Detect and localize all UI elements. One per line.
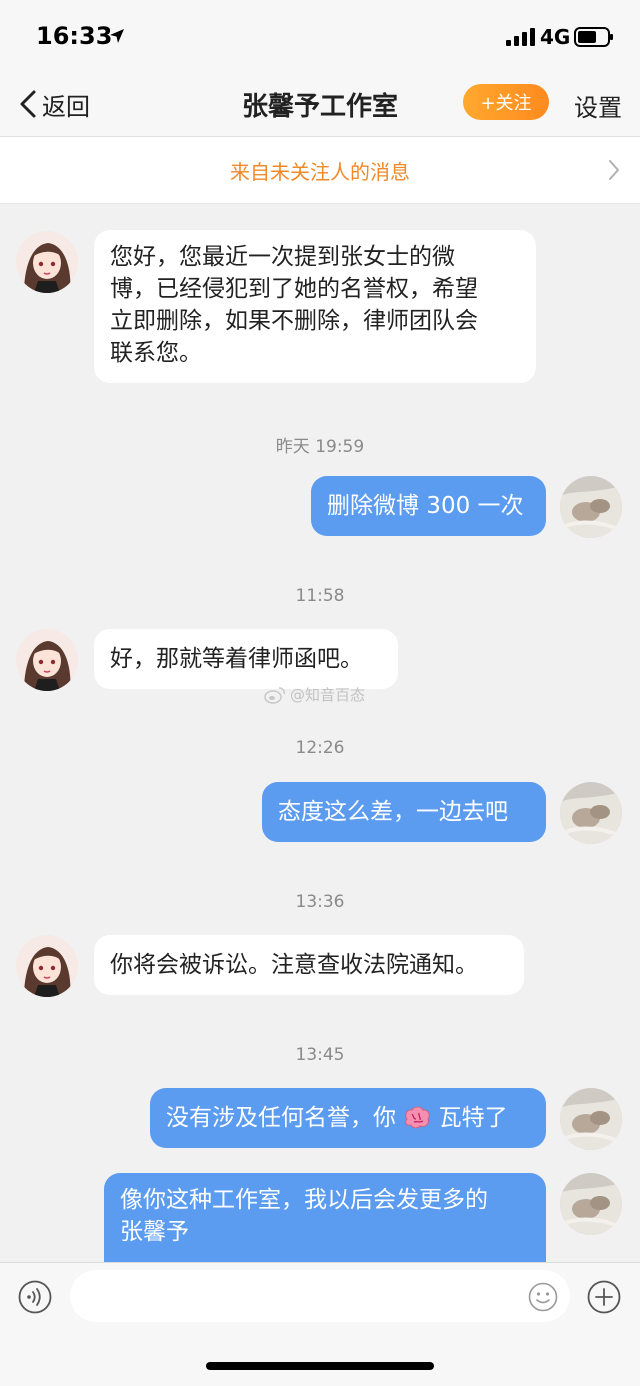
brain-emoji-icon bbox=[405, 1106, 430, 1129]
user-photo-icon bbox=[560, 1088, 622, 1150]
chevron-left-icon bbox=[20, 90, 36, 118]
message-line: 删除微博 300 一次 bbox=[327, 493, 524, 519]
anime-avatar-icon bbox=[16, 231, 78, 293]
sender-avatar[interactable] bbox=[16, 629, 78, 691]
status-time: 16:33 bbox=[36, 22, 113, 50]
message-line: 您好，您最近一次提到张女士的微 bbox=[110, 244, 455, 270]
notice-text: 来自未关注人的消息 bbox=[230, 160, 410, 184]
message-bubble-incoming[interactable]: 好，那就等着律师函吧。 bbox=[94, 629, 398, 689]
network-type: 4G bbox=[540, 25, 571, 49]
message-text-part: 瓦特了 bbox=[438, 1105, 508, 1131]
message-input[interactable] bbox=[70, 1270, 570, 1322]
status-bar: 16:33 4G bbox=[0, 0, 640, 72]
message-timestamp: 13:45 bbox=[295, 1045, 345, 1065]
back-button[interactable]: 返回 bbox=[18, 86, 90, 122]
message-bubble-incoming[interactable]: 你将会被诉讼。注意查收法院通知。 bbox=[94, 935, 524, 995]
user-photo-icon bbox=[560, 476, 622, 538]
message-bubble-outgoing[interactable]: 删除微博 300 一次 bbox=[311, 476, 546, 536]
message-line: 没有涉及任何名誉，你 瓦特了 bbox=[166, 1102, 530, 1134]
weibo-logo-icon bbox=[264, 686, 285, 704]
message-bubble-outgoing[interactable]: 态度这么差，一边去吧 bbox=[262, 782, 546, 842]
emoji-icon[interactable] bbox=[528, 1282, 558, 1312]
signal-icon bbox=[506, 28, 535, 46]
home-indicator bbox=[206, 1362, 434, 1370]
my-avatar[interactable] bbox=[560, 1088, 622, 1150]
message-bubble-outgoing[interactable]: 像你这种工作室，我以后会发更多的 张馨予 bbox=[104, 1173, 546, 1263]
message-timestamp: 11:58 bbox=[295, 586, 345, 606]
message-line: 联系您。 bbox=[110, 340, 202, 366]
my-avatar[interactable] bbox=[560, 476, 622, 538]
sender-avatar[interactable] bbox=[16, 231, 78, 293]
nav-bar: 返回 张馨予工作室 +关注 设置 bbox=[0, 72, 640, 137]
settings-button[interactable]: 设置 bbox=[574, 88, 622, 123]
message-line: 张馨予 bbox=[120, 1219, 189, 1245]
message-timestamp: 昨天 19:59 bbox=[275, 437, 365, 457]
anime-avatar-icon bbox=[16, 935, 78, 997]
unfollowed-messages-notice[interactable]: 来自未关注人的消息 bbox=[0, 137, 640, 204]
message-bubble-outgoing[interactable]: 没有涉及任何名誉，你 瓦特了 bbox=[150, 1088, 546, 1148]
my-avatar[interactable] bbox=[560, 782, 622, 844]
message-line: 博，已经侵犯到了她的名誉权，希望 bbox=[110, 276, 478, 302]
message-text-part: 没有涉及任何名誉，你 bbox=[166, 1105, 396, 1131]
location-arrow-icon bbox=[110, 29, 124, 43]
watermark-text: @知音百态 bbox=[290, 686, 366, 704]
message-timestamp: 12:26 bbox=[295, 738, 345, 758]
back-label: 返回 bbox=[42, 92, 90, 121]
voice-input-icon[interactable] bbox=[18, 1280, 52, 1314]
chevron-right-icon bbox=[609, 160, 619, 180]
message-bubble-incoming[interactable]: 您好，您最近一次提到张女士的微 博，已经侵犯到了她的名誉权，希望 立即删除，如果… bbox=[94, 230, 536, 383]
sender-avatar[interactable] bbox=[16, 935, 78, 997]
message-timestamp: 13:36 bbox=[295, 892, 345, 912]
message-line: 好，那就等着律师函吧。 bbox=[110, 646, 363, 672]
user-photo-icon bbox=[560, 782, 622, 844]
message-line: 像你这种工作室，我以后会发更多的 bbox=[120, 1187, 488, 1213]
message-line: 态度这么差，一边去吧 bbox=[278, 799, 508, 825]
plus-icon[interactable] bbox=[587, 1280, 621, 1314]
watermark: @知音百态 bbox=[264, 684, 365, 705]
message-line: 立即删除，如果不删除，律师团队会 bbox=[110, 308, 478, 334]
follow-button[interactable]: +关注 bbox=[463, 84, 549, 120]
battery-icon bbox=[574, 27, 613, 47]
anime-avatar-icon bbox=[16, 629, 78, 691]
user-photo-icon bbox=[560, 1173, 622, 1235]
my-avatar[interactable] bbox=[560, 1173, 622, 1235]
message-line: 你将会被诉讼。注意查收法院通知。 bbox=[110, 952, 478, 978]
